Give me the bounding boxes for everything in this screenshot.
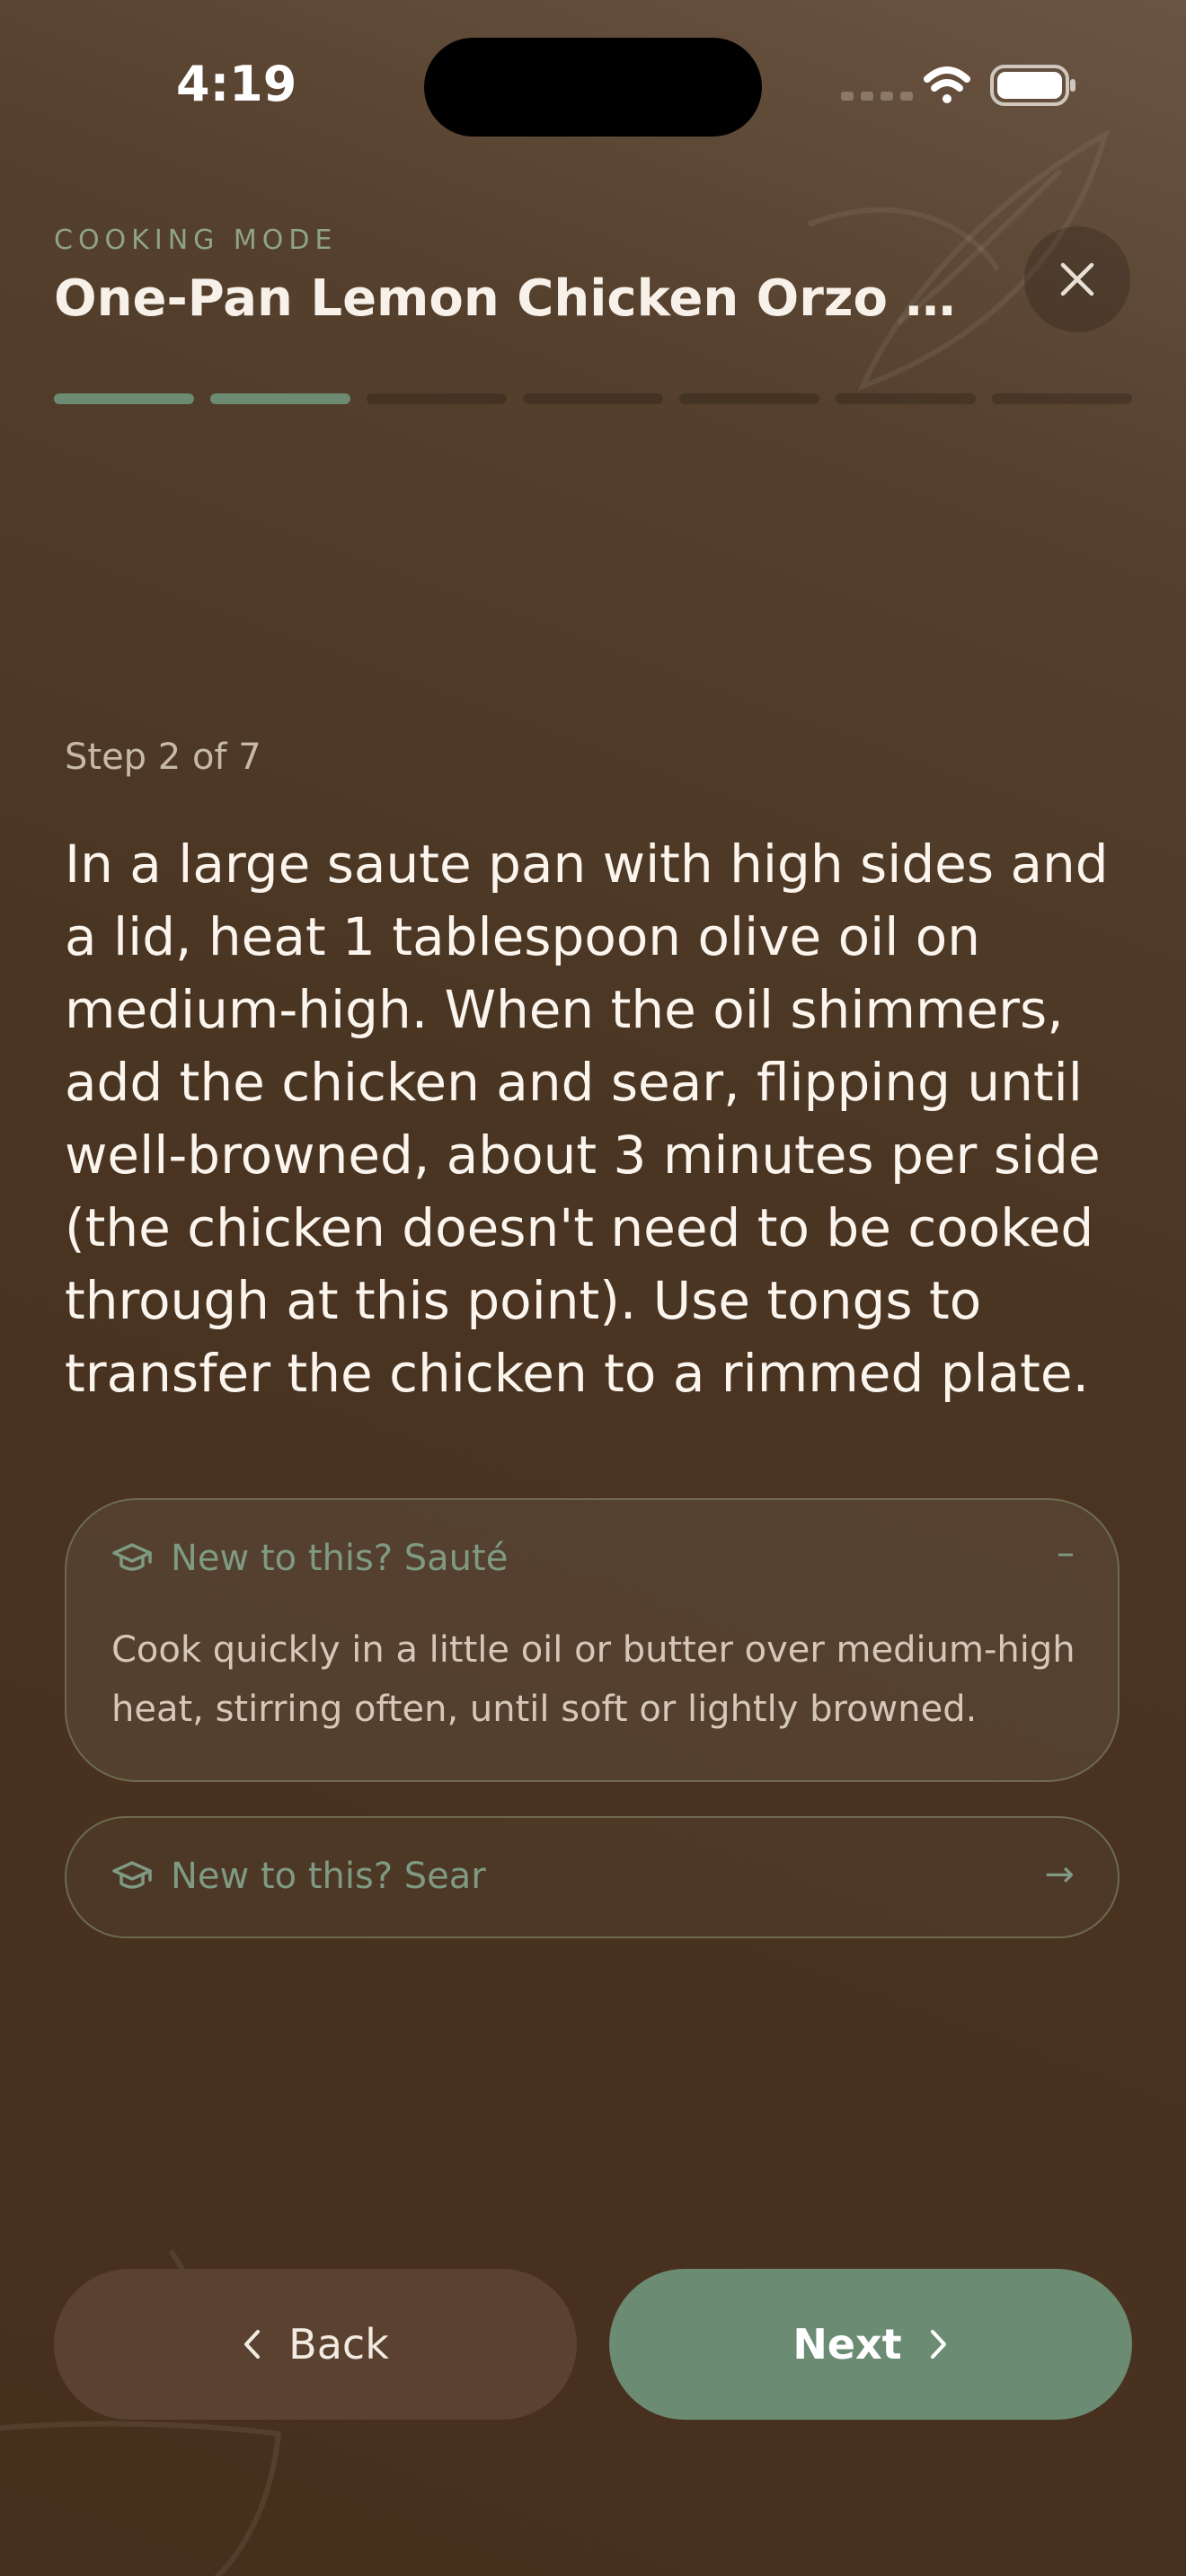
tip-title: New to this? Sear — [171, 1856, 486, 1897]
close-button[interactable] — [1024, 226, 1130, 332]
back-button-label: Back — [288, 2320, 389, 2369]
progress-segment — [54, 393, 194, 404]
progress-segment — [836, 393, 976, 404]
step-instruction: In a large saute pan with high sides and… — [65, 834, 1109, 1404]
recipe-title: One-Pan Lemon Chicken Orzo with ... — [54, 269, 997, 328]
back-button[interactable]: Back — [54, 2269, 577, 2420]
tip-card-saute[interactable]: New to this? Sauté – Cook quickly in a l… — [65, 1498, 1120, 1782]
step-counter: Step 2 of 7 — [65, 737, 261, 778]
wifi-icon — [924, 66, 970, 103]
progress-segment — [367, 393, 507, 404]
progress-segment — [523, 393, 663, 404]
tip-header: New to this? Sauté — [111, 1538, 508, 1579]
dynamic-island — [424, 38, 762, 137]
progress-segment — [992, 393, 1132, 404]
progress-segment — [210, 393, 350, 404]
graduation-cap-icon — [112, 1861, 152, 1889]
collapse-icon[interactable]: – — [1057, 1532, 1075, 1574]
status-icons — [841, 65, 1075, 106]
close-icon — [1060, 262, 1094, 296]
tip-header: New to this? Sear — [111, 1856, 486, 1897]
chevron-left-icon — [244, 2330, 261, 2359]
tip-title: New to this? Sauté — [171, 1538, 509, 1579]
chevron-right-icon — [930, 2330, 946, 2359]
status-time: 4:19 — [176, 56, 297, 112]
cooking-mode-screen: 4:19 COOKING MODE One-Pan Lemon Chicken … — [0, 0, 1186, 2576]
arrow-right-icon: → — [1044, 1854, 1075, 1895]
battery-icon — [990, 65, 1075, 106]
graduation-cap-icon — [112, 1543, 152, 1571]
tip-body: Cook quickly in a little oil or butter o… — [111, 1629, 1075, 1730]
step-progress-bar — [54, 393, 1132, 404]
progress-segment — [679, 393, 819, 404]
mode-label: COOKING MODE — [54, 225, 338, 256]
tip-card-sear[interactable]: New to this? Sear → — [65, 1816, 1120, 1938]
next-button-label: Next — [792, 2320, 902, 2369]
signal-icon — [841, 92, 913, 101]
next-button[interactable]: Next — [609, 2269, 1132, 2420]
